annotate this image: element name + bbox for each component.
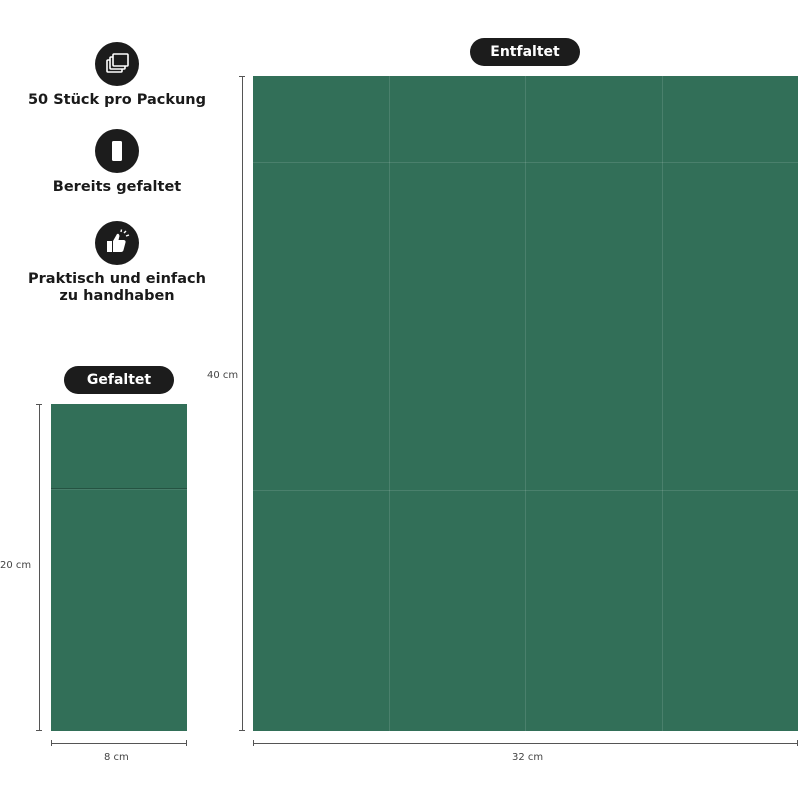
unfolded-width-tick-right bbox=[797, 740, 798, 746]
feature-label: Praktisch und einfach zu handhaben bbox=[28, 271, 206, 304]
unfolded-height-label: 40 cm bbox=[207, 370, 239, 381]
feature-prefolded: Bereits gefaltet bbox=[17, 129, 217, 196]
unfolded-fold-line bbox=[662, 76, 663, 731]
unfolded-height-tick-top bbox=[239, 76, 245, 77]
folded-width-tick-right bbox=[186, 740, 187, 746]
unfolded-width-line bbox=[253, 743, 798, 744]
unfolded-fold-line bbox=[525, 76, 526, 731]
unfolded-width-label: 32 cm bbox=[512, 752, 544, 763]
folded-width-label: 8 cm bbox=[104, 752, 129, 763]
folded-width-tick-left bbox=[51, 740, 52, 746]
stack-icon bbox=[95, 42, 139, 86]
napkin-pocket-fold-highlight bbox=[51, 489, 187, 490]
feature-easy-handling: Praktisch und einfach zu handhaben bbox=[17, 221, 217, 305]
folded-height-line bbox=[39, 404, 40, 731]
folded-width-line bbox=[51, 743, 187, 744]
unfolded-width-tick-left bbox=[253, 740, 254, 746]
unfolded-badge: Entfaltet bbox=[470, 38, 580, 66]
unfolded-fold-line bbox=[253, 162, 798, 163]
unfolded-height-line bbox=[242, 76, 243, 731]
feature-pack-count: 50 Stück pro Packung bbox=[17, 42, 217, 109]
unfolded-fold-line bbox=[253, 490, 798, 491]
folded-napkin-icon bbox=[95, 129, 139, 173]
folded-height-tick-top bbox=[36, 404, 42, 405]
folded-height-tick-bottom bbox=[36, 730, 42, 731]
feature-label: 50 Stück pro Packung bbox=[27, 92, 207, 108]
unfolded-fold-line bbox=[389, 76, 390, 731]
feature-label: Bereits gefaltet bbox=[52, 179, 182, 195]
folded-napkin bbox=[51, 404, 187, 731]
folded-height-label: 20 cm bbox=[0, 560, 32, 571]
folded-badge: Gefaltet bbox=[64, 366, 174, 394]
thumbs-up-icon bbox=[95, 221, 139, 265]
unfolded-height-tick-bottom bbox=[239, 730, 245, 731]
